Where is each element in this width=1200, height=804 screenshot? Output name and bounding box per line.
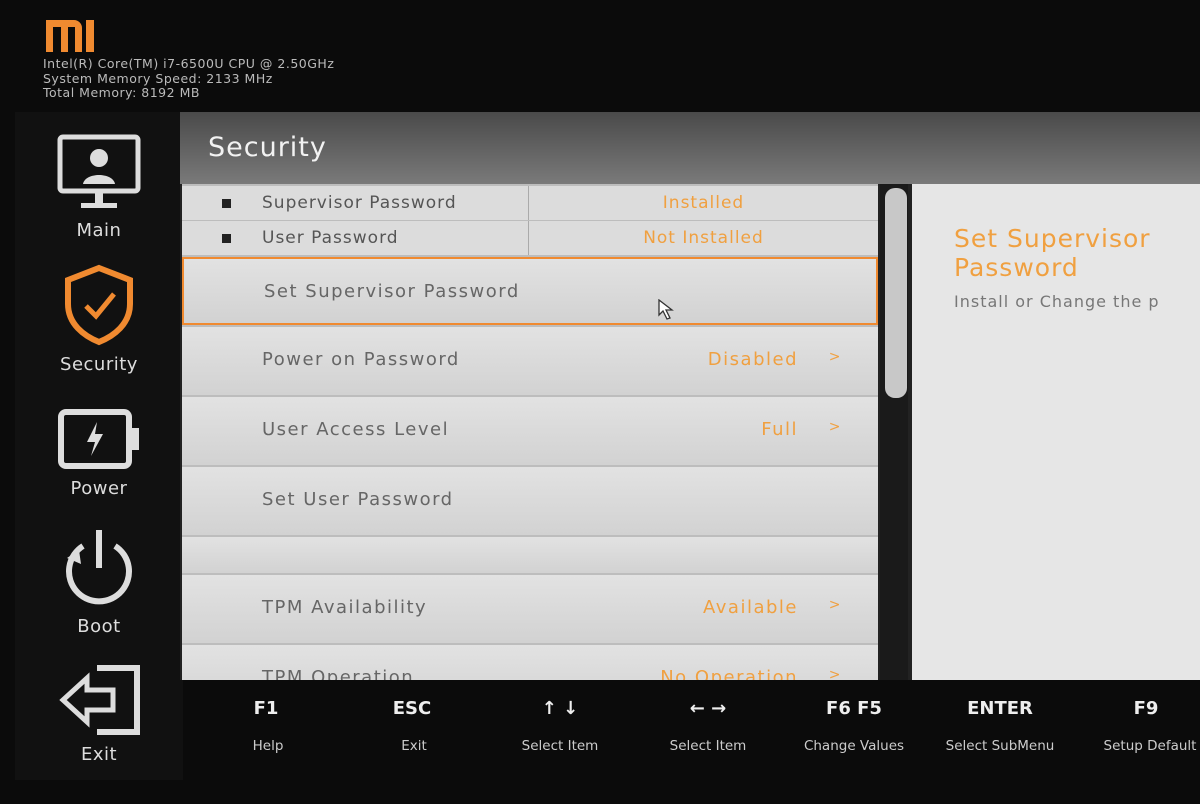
key-legend: F1 Help ESC Exit ↑ ↓ Select Item ← → Select … xyxy=(180,680,1200,780)
sidebar-item-label: Security xyxy=(60,354,138,375)
help-description: Install or Change the p xyxy=(954,292,1160,311)
row-label: TPM Operation xyxy=(262,667,415,680)
shield-check-icon xyxy=(65,264,133,346)
key-up-down: ↑ ↓ xyxy=(541,698,579,719)
row-tpm-operation[interactable]: TPM Operation No Operation > xyxy=(182,645,878,680)
info-value: Not Installed xyxy=(528,221,878,255)
row-value: Full xyxy=(761,419,798,440)
bullet-icon xyxy=(222,234,231,243)
key-esc: ESC xyxy=(392,698,432,719)
main-panel: Security Supervisor Password Installed Us… xyxy=(180,112,1200,680)
key-label: Help xyxy=(252,738,284,754)
row-value: No Operation xyxy=(660,667,798,680)
row-label: Set User Password xyxy=(262,489,454,510)
key-left-right: ← → xyxy=(689,698,727,719)
key-label: Select SubMenu xyxy=(945,738,1055,754)
chevron-right-icon: > xyxy=(828,419,842,435)
chevron-right-icon: > xyxy=(828,667,842,680)
sidebar: Main Security Power Boot Exit xyxy=(15,112,183,780)
power-icon xyxy=(66,530,132,605)
sidebar-item-exit[interactable]: Exit xyxy=(15,664,183,765)
row-set-user-password[interactable]: Set User Password xyxy=(182,467,878,535)
row-value: Available xyxy=(703,597,798,618)
row-tpm-availability[interactable]: TPM Availability Available > xyxy=(182,575,878,643)
key-f9: F9 xyxy=(1133,698,1159,719)
page-header: Security xyxy=(180,112,1200,184)
row-label: Set Supervisor Password xyxy=(264,281,520,302)
info-label: User Password xyxy=(262,228,399,248)
monitor-user-icon xyxy=(57,134,141,208)
battery-icon xyxy=(58,409,139,469)
sidebar-item-power[interactable]: Power xyxy=(15,408,183,499)
total-memory: Total Memory: 8192 MB xyxy=(43,85,200,100)
info-label: Supervisor Password xyxy=(262,193,457,213)
key-f1: F1 xyxy=(253,698,279,719)
cpu-info: Intel(R) Core(TM) i7-6500U CPU @ 2.50GHz xyxy=(43,56,335,71)
row-value: Disabled xyxy=(707,349,798,370)
row-set-supervisor-password[interactable]: Set Supervisor Password xyxy=(182,257,878,325)
mouse-cursor-icon xyxy=(658,299,674,320)
info-row-supervisor-password: Supervisor Password Installed xyxy=(182,186,878,220)
mi-logo xyxy=(46,20,94,52)
key-label: Change Values xyxy=(803,738,905,754)
info-value: Installed xyxy=(528,186,878,220)
system-info: Intel(R) Core(TM) i7-6500U CPU @ 2.50GHz… xyxy=(43,56,335,101)
settings-list: Supervisor Password Installed User Passwo… xyxy=(182,184,878,680)
sidebar-item-label: Main xyxy=(76,220,122,241)
row-power-on-password[interactable]: Power on Password Disabled > xyxy=(182,327,878,395)
key-f6-f5: F6 F5 xyxy=(826,698,882,719)
key-enter: ENTER xyxy=(967,698,1033,719)
row-label: TPM Availability xyxy=(262,597,428,618)
key-label: Setup Default xyxy=(1103,738,1197,754)
help-title: Set Supervisor Password xyxy=(954,224,1151,282)
sidebar-item-label: Exit xyxy=(80,744,118,765)
bullet-icon xyxy=(222,199,231,208)
memory-speed: System Memory Speed: 2133 MHz xyxy=(43,70,273,86)
sidebar-item-label: Boot xyxy=(77,616,121,637)
row-user-access-level[interactable]: User Access Level Full > xyxy=(182,397,878,465)
scrollbar[interactable] xyxy=(880,184,908,680)
chevron-right-icon: > xyxy=(828,597,842,613)
page-title: Security xyxy=(208,132,327,163)
row-label: User Access Level xyxy=(262,419,450,440)
key-label: Select Item xyxy=(521,738,599,754)
sidebar-item-security[interactable]: Security xyxy=(15,264,183,375)
sidebar-item-boot[interactable]: Boot xyxy=(15,528,183,637)
help-panel: Set Supervisor Password Install or Chang… xyxy=(912,184,1200,680)
scrollbar-thumb[interactable] xyxy=(885,188,907,398)
row-label: Power on Password xyxy=(262,349,460,370)
sidebar-item-label: Power xyxy=(70,478,128,499)
chevron-right-icon: > xyxy=(828,349,842,365)
key-label: Exit xyxy=(401,738,427,754)
info-row-user-password: User Password Not Installed xyxy=(182,221,878,255)
exit-arrow-icon xyxy=(59,665,140,735)
key-label: Select Item xyxy=(669,738,747,754)
spacer-row xyxy=(182,537,878,573)
sidebar-item-main[interactable]: Main xyxy=(15,134,183,241)
